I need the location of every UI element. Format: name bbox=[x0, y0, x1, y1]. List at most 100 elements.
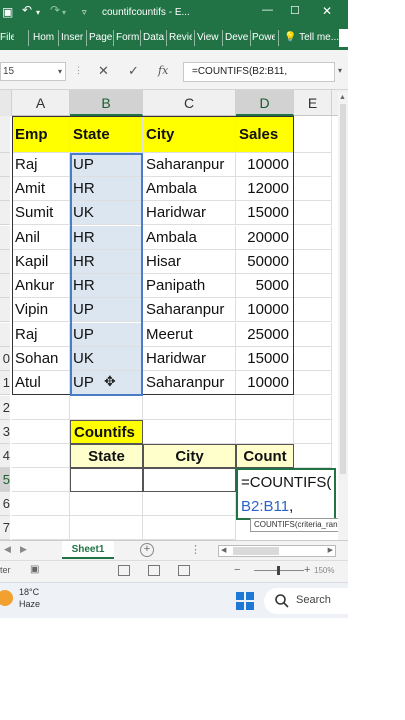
grid-cell[interactable] bbox=[294, 274, 332, 298]
table-cell-emp[interactable]: Ankur bbox=[12, 274, 70, 298]
row-header[interactable]: 6 bbox=[0, 492, 10, 516]
grid-cell[interactable] bbox=[70, 516, 143, 540]
row-header[interactable] bbox=[0, 153, 10, 177]
grid-cell[interactable] bbox=[70, 396, 143, 420]
quick-access-customize-icon[interactable]: ▿ bbox=[82, 7, 87, 18]
minimize-button[interactable]: — bbox=[262, 4, 273, 16]
formula-edit-cell[interactable]: =COUNTIFS( B2:B11, bbox=[236, 468, 336, 520]
criteria-city-header[interactable]: City bbox=[143, 444, 236, 468]
grid-cell[interactable] bbox=[294, 347, 332, 371]
tab-data[interactable]: Data bbox=[143, 29, 165, 47]
table-cell-sales[interactable]: 10000 bbox=[236, 153, 294, 177]
grid-cell[interactable] bbox=[70, 492, 143, 516]
table-header-cell[interactable]: State bbox=[70, 116, 143, 153]
countifs-title-cell[interactable]: Countifs bbox=[70, 420, 143, 444]
table-cell-emp[interactable]: Raj bbox=[12, 323, 70, 347]
column-header-c[interactable]: C bbox=[143, 90, 236, 116]
grid-cell[interactable] bbox=[294, 371, 332, 395]
formula-input[interactable]: =COUNTIFS(B2:B11, bbox=[183, 62, 335, 82]
row-header[interactable] bbox=[0, 274, 10, 298]
table-cell-city[interactable]: Haridwar bbox=[143, 201, 236, 225]
table-cell-emp[interactable]: Atul bbox=[12, 371, 70, 395]
grid-cell[interactable] bbox=[143, 420, 236, 444]
table-cell-sales[interactable]: 15000 bbox=[236, 347, 294, 371]
row-header[interactable] bbox=[0, 116, 10, 153]
criteria-city-input-cell[interactable] bbox=[143, 468, 236, 492]
grid-cell[interactable] bbox=[294, 396, 332, 420]
grid-cell[interactable] bbox=[236, 396, 294, 420]
tab-formulas[interactable]: Form bbox=[116, 29, 139, 47]
grid-cell[interactable] bbox=[294, 323, 332, 347]
more-options-icon[interactable]: ⋮ bbox=[74, 65, 83, 76]
tab-view[interactable]: View bbox=[197, 29, 220, 47]
grid-cell[interactable] bbox=[236, 420, 294, 444]
criteria-state-header[interactable]: State bbox=[70, 444, 143, 468]
undo-dropdown-icon[interactable]: ▾ bbox=[36, 8, 40, 17]
taskbar-search[interactable]: Search bbox=[264, 588, 348, 614]
scroll-thumb[interactable] bbox=[340, 104, 346, 474]
scroll-thumb[interactable] bbox=[233, 547, 279, 555]
table-cell-city[interactable]: Ambala bbox=[143, 226, 236, 250]
table-cell-state[interactable]: HR bbox=[70, 250, 143, 274]
insert-function-icon[interactable]: fx bbox=[158, 64, 168, 77]
chevron-down-icon[interactable]: ▾ bbox=[58, 63, 62, 80]
cancel-formula-icon[interactable]: ✕ bbox=[98, 63, 109, 79]
grid-cell[interactable] bbox=[12, 396, 70, 420]
grid-cell[interactable] bbox=[294, 420, 332, 444]
table-cell-city[interactable]: Hisar bbox=[143, 250, 236, 274]
save-icon[interactable]: ▣ bbox=[2, 5, 13, 19]
scroll-left-icon[interactable]: ◀ bbox=[221, 546, 226, 554]
table-cell-state[interactable]: UP bbox=[70, 298, 143, 322]
row-header[interactable]: 0 bbox=[0, 347, 10, 371]
row-header[interactable] bbox=[0, 201, 10, 225]
table-cell-city[interactable]: Meerut bbox=[143, 323, 236, 347]
row-header[interactable] bbox=[0, 298, 10, 322]
share-button[interactable] bbox=[339, 29, 348, 47]
row-header[interactable] bbox=[0, 250, 10, 274]
table-cell-state[interactable]: UK bbox=[70, 347, 143, 371]
table-cell-state[interactable]: UP bbox=[70, 153, 143, 177]
table-cell-state[interactable]: UK bbox=[70, 201, 143, 225]
grid-cell[interactable] bbox=[12, 516, 70, 540]
grid-cell[interactable] bbox=[12, 492, 70, 516]
table-cell-state[interactable]: HR bbox=[70, 177, 143, 201]
grid-cell[interactable] bbox=[294, 250, 332, 274]
table-cell-city[interactable]: Saharanpur bbox=[143, 298, 236, 322]
table-cell-sales[interactable]: 20000 bbox=[236, 226, 294, 250]
table-cell-city[interactable]: Panipath bbox=[143, 274, 236, 298]
table-cell-sales[interactable]: 50000 bbox=[236, 250, 294, 274]
add-sheet-button[interactable]: + bbox=[140, 543, 154, 557]
row-header[interactable] bbox=[0, 177, 10, 201]
grid-cell[interactable] bbox=[294, 298, 332, 322]
zoom-in-icon[interactable]: + bbox=[304, 564, 310, 576]
grid-cell[interactable] bbox=[294, 116, 332, 153]
row-header[interactable]: 2 bbox=[0, 396, 10, 420]
row-header[interactable]: 7 bbox=[0, 516, 10, 540]
tab-home[interactable]: Hom bbox=[33, 29, 57, 47]
table-header-cell[interactable]: City bbox=[143, 116, 236, 153]
table-cell-emp[interactable]: Raj bbox=[12, 153, 70, 177]
table-cell-sales[interactable]: 5000 bbox=[236, 274, 294, 298]
select-all-corner[interactable] bbox=[0, 90, 12, 116]
column-header-e[interactable]: E bbox=[294, 90, 332, 116]
name-box[interactable]: 15 ▾ bbox=[0, 62, 66, 81]
grid-cell[interactable] bbox=[294, 226, 332, 250]
tab-file[interactable]: File bbox=[0, 29, 14, 47]
table-cell-state[interactable]: HR bbox=[70, 226, 143, 250]
sheet-next-icon[interactable]: ▶ bbox=[20, 544, 27, 555]
table-cell-emp[interactable]: Sohan bbox=[12, 347, 70, 371]
more-options-icon[interactable]: ⋮ bbox=[190, 543, 201, 556]
grid-cell[interactable] bbox=[294, 177, 332, 201]
table-cell-sales[interactable]: 10000 bbox=[236, 371, 294, 395]
scroll-up-icon[interactable]: ▲ bbox=[339, 94, 346, 101]
normal-view-icon[interactable] bbox=[118, 565, 130, 576]
table-cell-city[interactable]: Haridwar bbox=[143, 347, 236, 371]
table-cell-emp[interactable]: Sumit bbox=[12, 201, 70, 225]
criteria-state-input-cell[interactable] bbox=[70, 468, 143, 492]
criteria-count-header[interactable]: Count bbox=[236, 444, 294, 468]
table-cell-emp[interactable]: Amit bbox=[12, 177, 70, 201]
zoom-slider-thumb[interactable] bbox=[277, 566, 280, 575]
zoom-out-icon[interactable]: − bbox=[234, 564, 240, 576]
table-cell-state[interactable]: HR bbox=[70, 274, 143, 298]
vertical-scrollbar[interactable]: ▲ bbox=[338, 92, 348, 540]
